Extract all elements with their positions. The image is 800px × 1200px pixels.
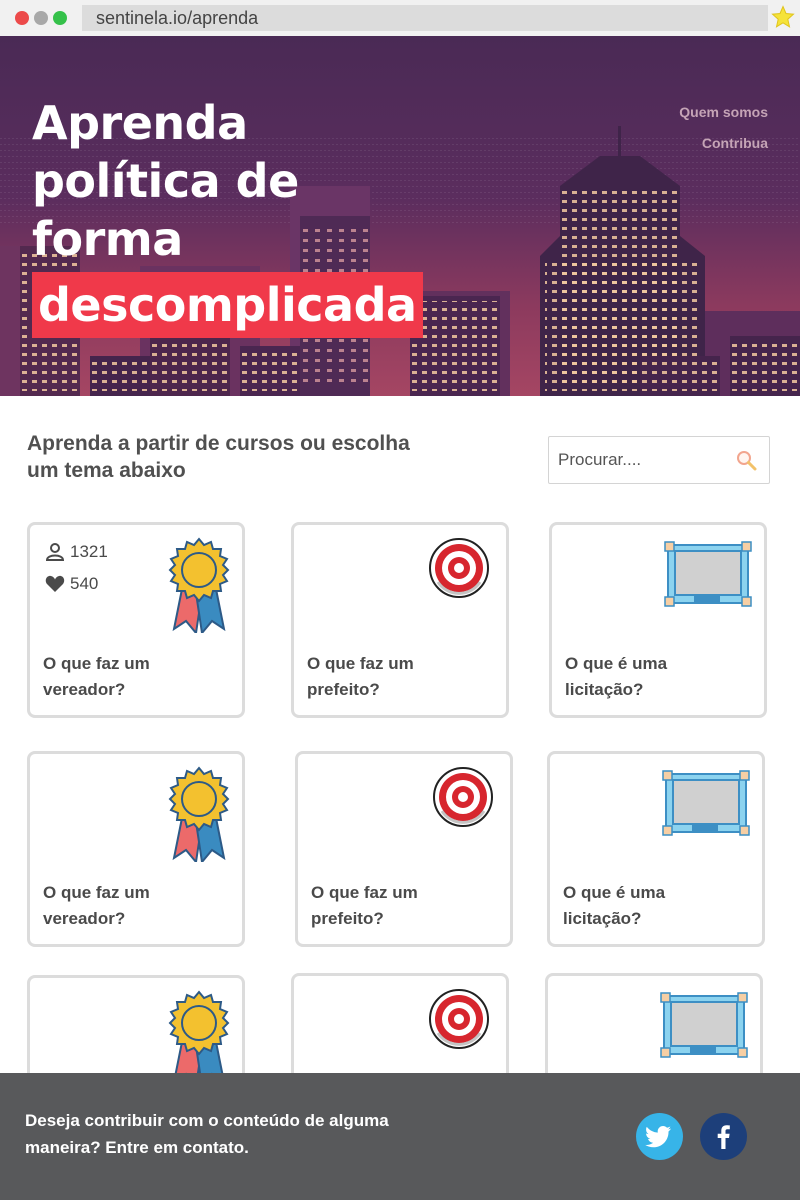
card-title: O que faz um prefeito? [307, 651, 477, 703]
likes-count-value: 540 [70, 574, 99, 593]
ribbon-award-icon [168, 990, 230, 1086]
card-title-line: O que faz um [43, 883, 150, 902]
nav-link-contribua[interactable]: Contribua [702, 135, 768, 151]
card-title-line: O que é uma [563, 883, 666, 902]
whiteboard-icon [662, 770, 750, 836]
card-title: O que é uma licitação? [565, 651, 735, 703]
topic-card-vereador[interactable]: O que faz um vereador? [27, 751, 245, 947]
card-title: O que faz um vereador? [43, 880, 213, 932]
topic-card-prefeito[interactable]: O que faz um prefeito? [295, 751, 513, 947]
address-bar[interactable]: sentinela.io/aprenda [82, 5, 768, 31]
card-title-line: O que faz um [311, 883, 418, 902]
bookmark-star-icon[interactable] [771, 5, 795, 29]
footer: Deseja contribuir com o conteúdo de algu… [0, 1073, 800, 1200]
window-maximize-button[interactable] [53, 11, 67, 25]
topic-card-vereador[interactable]: 1321 540 O que faz um vereador? [27, 522, 245, 718]
likes-count: 540 [44, 573, 98, 595]
card-title: O que faz um prefeito? [311, 880, 481, 932]
hero-title-line: Aprenda [32, 96, 248, 150]
search-input[interactable] [549, 437, 729, 483]
card-title-line: O que é uma [565, 654, 668, 673]
topic-card-licitacao[interactable]: O que é uma licitação? [549, 522, 767, 718]
hero-banner: Aprenda política de forma descomplicada … [0, 36, 800, 396]
search-box[interactable] [548, 436, 770, 484]
user-icon [45, 543, 65, 561]
card-title: O que é uma licitação? [563, 880, 733, 932]
window-minimize-button[interactable] [34, 11, 48, 25]
footer-text-line: Deseja contribuir com o conteúdo de algu… [25, 1111, 389, 1130]
card-title-line: prefeito? [311, 909, 384, 928]
card-title-line: vereador? [43, 680, 126, 699]
ribbon-award-icon [168, 766, 230, 862]
intro-heading: Aprenda a partir de cursos ou escolha um… [27, 432, 410, 482]
browser-chrome: sentinela.io/aprenda [0, 0, 800, 36]
card-title-line: vereador? [43, 909, 126, 928]
window-close-button[interactable] [15, 11, 29, 25]
topic-card-licitacao[interactable]: O que é uma licitação? [547, 751, 765, 947]
hero-title-line: forma [32, 212, 183, 266]
ribbon-award-icon [168, 537, 230, 633]
twitter-button[interactable] [636, 1113, 683, 1160]
users-count-value: 1321 [70, 542, 108, 561]
target-icon [433, 767, 493, 827]
facebook-icon [717, 1125, 730, 1149]
facebook-button[interactable] [700, 1113, 747, 1160]
footer-text-line: maneira? Entre em contato. [25, 1138, 249, 1157]
hero-title-line: política de [32, 154, 299, 208]
search-icon[interactable] [735, 449, 757, 471]
footer-contact-text: Deseja contribuir com o conteúdo de algu… [25, 1107, 445, 1161]
nav-link-quem-somos[interactable]: Quem somos [679, 104, 768, 120]
card-title: O que faz um vereador? [43, 651, 213, 703]
twitter-icon [645, 1126, 671, 1148]
hero-title-highlight: descomplicada [32, 272, 423, 338]
heart-icon [45, 575, 65, 592]
card-title-line: licitação? [563, 909, 642, 928]
topic-card-prefeito[interactable]: O que faz um prefeito? [291, 522, 509, 718]
card-title-line: O que faz um [43, 654, 150, 673]
card-title-line: O que faz um [307, 654, 414, 673]
card-title-line: prefeito? [307, 680, 380, 699]
target-icon [429, 538, 489, 598]
card-title-line: licitação? [565, 680, 644, 699]
target-icon [429, 989, 489, 1049]
hero-title: Aprenda política de forma descomplicada [32, 94, 452, 338]
users-count: 1321 [44, 541, 108, 563]
whiteboard-icon [664, 541, 752, 607]
whiteboard-icon [660, 992, 748, 1058]
